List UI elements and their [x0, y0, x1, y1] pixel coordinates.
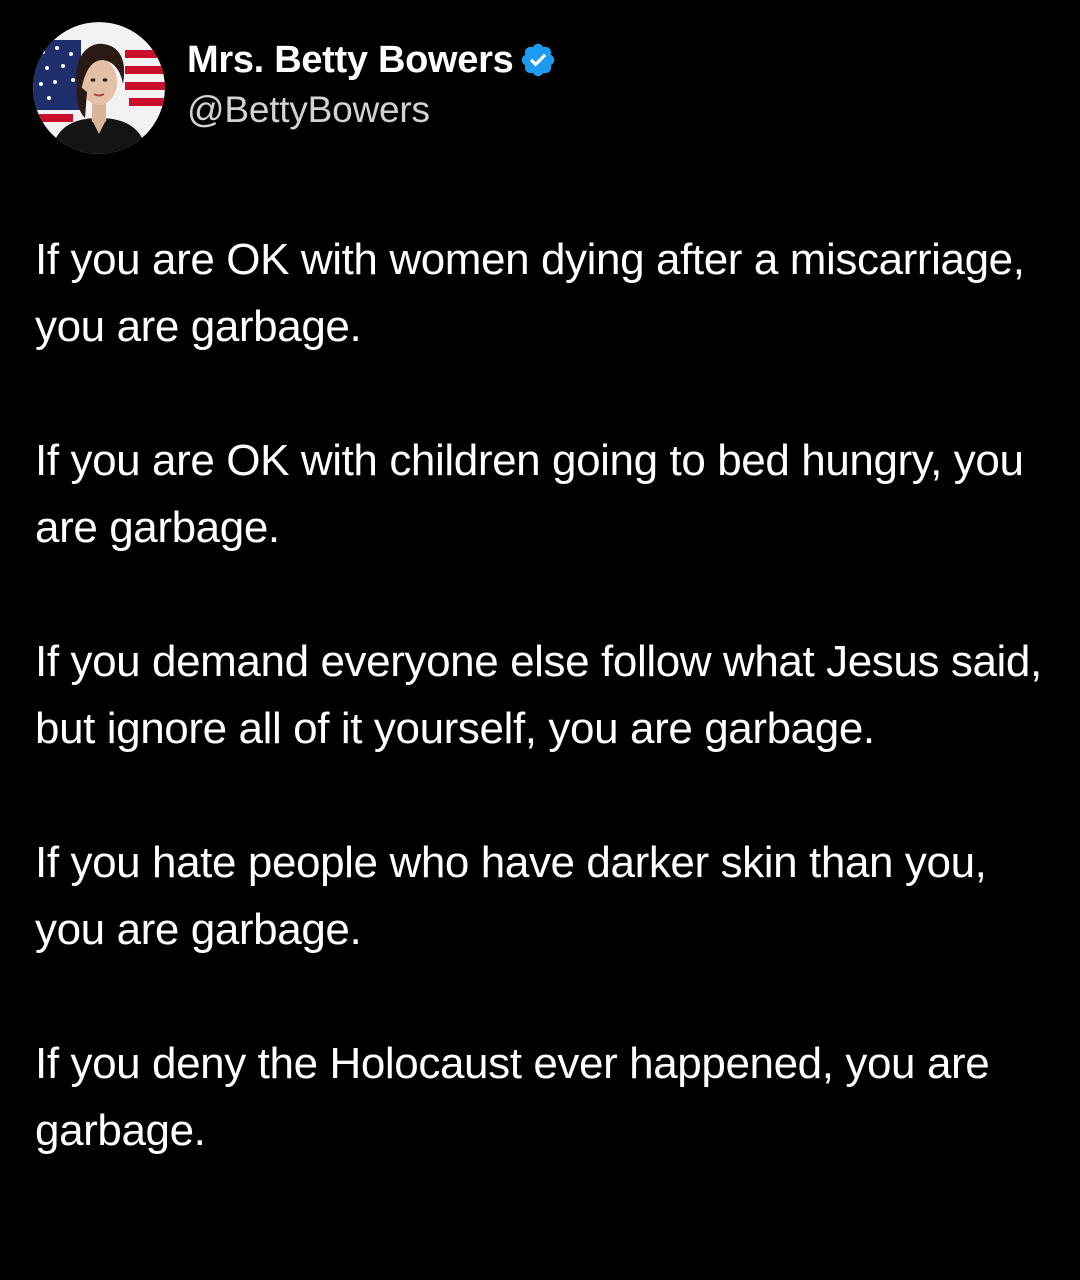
tweet-paragraph: If you demand everyone else follow what …	[35, 637, 1042, 753]
author-name-row: Mrs. Betty Bowers	[187, 35, 557, 85]
tweet-card: Mrs. Betty Bowers @BettyBowers If you ar…	[0, 0, 1080, 1280]
tweet-paragraph: If you hate people who have darker skin …	[35, 838, 987, 954]
tweet-header: Mrs. Betty Bowers @BettyBowers	[33, 20, 557, 156]
author-display-name[interactable]: Mrs. Betty Bowers	[187, 39, 514, 82]
verified-badge-icon	[522, 43, 555, 77]
tweet-paragraph: If you are OK with women dying after a m…	[35, 235, 1025, 351]
tweet-paragraph: If you deny the Holocaust ever happened,…	[35, 1039, 990, 1155]
tweet-paragraph: If you are OK with children going to bed…	[35, 436, 1024, 552]
author-handle[interactable]: @BettyBowers	[187, 89, 557, 131]
avatar[interactable]	[33, 22, 165, 154]
author-identity: Mrs. Betty Bowers @BettyBowers	[187, 35, 557, 131]
tweet-body: If you are OK with women dying after a m…	[35, 226, 1065, 1164]
